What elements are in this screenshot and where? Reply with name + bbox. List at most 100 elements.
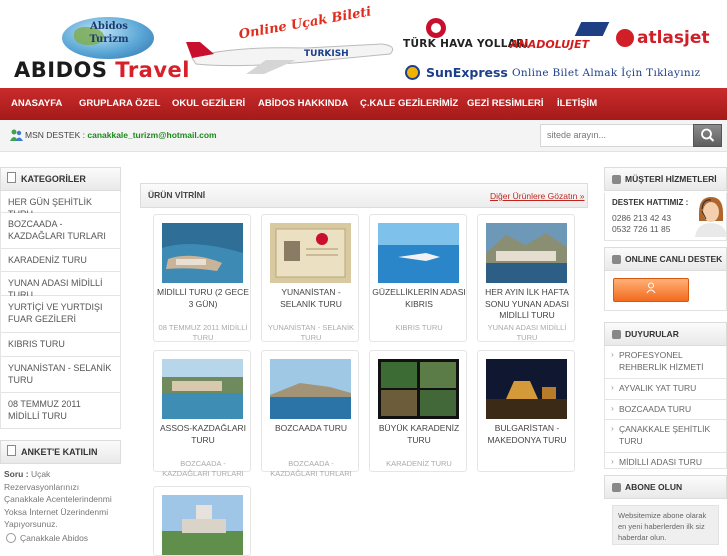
airline-atlasjet[interactable]: atlasjet: [637, 28, 710, 48]
msn-email[interactable]: canakkale_turizm@hotmail.com: [87, 130, 216, 140]
nav-item-gallery[interactable]: GEZİ RESİMLERİ: [467, 88, 544, 120]
brand-main: ABIDOS: [14, 58, 108, 82]
phone-number[interactable]: 0286 213 42 43: [612, 213, 671, 223]
category-item[interactable]: HER GÜN ŞEHİTLİK TURU: [0, 191, 121, 219]
product-card[interactable]: GÜZELLİKLERİN ADASI KIBRIS KIBRIS TURU: [369, 214, 467, 342]
product-category[interactable]: KIBRIS TURU: [372, 323, 466, 333]
brand-logo[interactable]: ABIDOS Travel: [14, 58, 190, 82]
product-image[interactable]: [270, 359, 351, 419]
product-card[interactable]: BÜYÜK KARADENİZ TURU KARADENİZ TURU: [369, 350, 467, 472]
product-card[interactable]: HER AYIN İLK HAFTA SONU YUNAN ADASI MİDİ…: [477, 214, 575, 342]
live-support-header: ONLINE CANLI DESTEK: [604, 247, 727, 271]
airline-sunexpress[interactable]: SunExpress: [426, 65, 508, 80]
nav-item-groups[interactable]: GRUPLARA ÖZEL: [79, 88, 160, 120]
document-icon: [7, 445, 16, 456]
search-input[interactable]: sitede arayın...: [540, 124, 694, 147]
sunexpress-logo-icon[interactable]: [405, 65, 420, 80]
product-category[interactable]: BOZCAADA - KAZDAĞLARI TURLARI: [156, 459, 250, 479]
announcement-item[interactable]: MİDİLLİ ADASI TURU: [604, 453, 727, 469]
document-icon: [7, 172, 16, 183]
product-image[interactable]: [378, 359, 459, 419]
customer-service-title: MÜŞTERİ HİZMETLERİ: [625, 174, 717, 184]
product-category[interactable]: BOZCAADA - KAZDAĞLARI TURLARI: [264, 459, 358, 479]
thy-logo-icon[interactable]: [426, 18, 446, 38]
product-image[interactable]: [162, 359, 243, 419]
mail-icon: [612, 483, 621, 492]
nav-item-ckale-trips[interactable]: Ç.KALE GEZİLERİMİZ: [360, 88, 458, 120]
product-title[interactable]: BÜYÜK KARADENİZ TURU: [372, 423, 466, 446]
category-item[interactable]: YUNANİSTAN - SELANİK TURU: [0, 357, 121, 393]
product-card[interactable]: BULGARİSTAN - MAKEDONYA TURU: [477, 350, 575, 472]
announcement-item[interactable]: AYVALIK YAT TURU: [604, 379, 727, 400]
customer-service-header: MÜŞTERİ HİZMETLERİ: [604, 167, 727, 191]
product-title[interactable]: GÜZELLİKLERİN ADASI KIBRIS: [372, 287, 466, 310]
product-card[interactable]: MİDİLLİ TURU (2 GECE 3 GÜN) 08 TEMMUZ 20…: [153, 214, 251, 342]
header: Abidos Turizm ABIDOS Travel TURKISH Onli…: [0, 0, 727, 88]
category-item[interactable]: YUNAN ADASI MİDİLLİ TURU: [0, 272, 121, 300]
poll-question: Soru : Uçak Rezervasyonlarınızı Çanakkal…: [4, 468, 116, 531]
subscribe-header: ABONE OLUN: [604, 475, 727, 499]
product-category[interactable]: KARADENİZ TURU: [372, 459, 466, 469]
product-title[interactable]: ASSOS-KAZDAĞLARI TURU: [156, 423, 250, 446]
announcement-item[interactable]: BOZCAADA TURU: [604, 400, 727, 420]
announcement-item[interactable]: ÇANAKKALE ŞEHİTLİK TURU: [604, 420, 727, 453]
product-title[interactable]: BOZCAADA TURU: [264, 423, 358, 435]
msn-label: MSN DESTEK :: [25, 130, 85, 140]
poll-title: ANKET'E KATILIN: [21, 447, 98, 457]
phone-number[interactable]: 0532 726 11 85: [612, 224, 670, 234]
product-image[interactable]: [486, 223, 567, 283]
more-products-link[interactable]: Diğer Ürünlere Gözatın »: [490, 191, 585, 201]
support-agent-avatar: [695, 197, 727, 237]
category-item[interactable]: KARADENİZ TURU: [0, 249, 121, 272]
search-button[interactable]: [693, 124, 722, 147]
category-item[interactable]: YURTİÇİ VE YURTDIŞI FUAR GEZİLERİ: [0, 296, 121, 333]
anadolujet-logo-icon[interactable]: [574, 22, 610, 36]
hotline-label: DESTEK HATTIMIZ :: [612, 198, 689, 207]
live-support-title: ONLINE CANLI DESTEK: [625, 254, 723, 264]
main-nav: ANASAYFA GRUPLARA ÖZEL OKUL GEZİLERİ ABİ…: [0, 88, 727, 120]
product-category[interactable]: YUNAN ADASI MİDİLLİ TURU: [480, 323, 574, 343]
logo-badge[interactable]: Abidos Turizm: [84, 20, 134, 46]
product-image[interactable]: [270, 223, 351, 283]
product-title[interactable]: BULGARİSTAN - MAKEDONYA TURU: [480, 423, 574, 446]
list-icon: [612, 330, 621, 339]
subscribe-title: ABONE OLUN: [625, 482, 683, 492]
nav-item-contact[interactable]: İLETİŞİM: [557, 88, 597, 120]
product-category[interactable]: 08 TEMMUZ 2011 MİDİLLİ TURU: [156, 323, 250, 343]
product-title[interactable]: MİDİLLİ TURU (2 GECE 3 GÜN): [156, 287, 250, 310]
showcase-title: ÜRÜN VİTRİNİ: [148, 190, 206, 200]
product-image[interactable]: [162, 223, 243, 283]
nav-item-school-trips[interactable]: OKUL GEZİLERİ: [172, 88, 245, 120]
svg-text:TURKISH: TURKISH: [304, 49, 349, 59]
product-image[interactable]: [162, 495, 243, 555]
announcements-title: DUYURULAR: [625, 329, 679, 339]
product-title[interactable]: HER AYIN İLK HAFTA SONU YUNAN ADASI MİDİ…: [480, 287, 574, 322]
product-category[interactable]: YUNANİSTAN - SELANİK TURU: [264, 323, 358, 343]
product-card[interactable]: YUNANİSTAN - SELANİK TURU YUNANİSTAN - S…: [261, 214, 359, 342]
logo-badge-line1: Abidos: [90, 21, 128, 32]
live-support-button[interactable]: [613, 278, 689, 302]
msn-support: MSN DESTEK : canakkale_turizm@hotmail.co…: [25, 130, 217, 140]
poll-option-radio[interactable]: [6, 533, 16, 543]
poll-option-label[interactable]: Çanakkale Abidos: [20, 533, 88, 543]
announcement-item[interactable]: PROFESYONEL REHBERLİK HİZMETİ: [604, 346, 727, 379]
product-title[interactable]: YUNANİSTAN - SELANİK TURU: [264, 287, 358, 310]
product-image[interactable]: [378, 223, 459, 283]
atlasjet-logo-icon[interactable]: [616, 29, 634, 47]
product-card[interactable]: ASSOS-KAZDAĞLARI TURU BOZCAADA - KAZDAĞL…: [153, 350, 251, 478]
logo-badge-line2: Turizm: [89, 34, 129, 45]
msn-users-icon: [10, 129, 23, 141]
category-item[interactable]: KIBRIS TURU: [0, 333, 121, 357]
headset-icon: [612, 175, 621, 184]
subscribe-text: Websitemize abone olarak en yeni haberle…: [612, 505, 719, 545]
product-card[interactable]: [153, 486, 251, 556]
brand-accent: Travel: [115, 58, 190, 82]
category-item[interactable]: 08 TEMMUZ 2011 MİDİLLİ TURU: [0, 393, 121, 429]
nav-item-home[interactable]: ANASAYFA: [11, 88, 62, 120]
airline-anadolujet[interactable]: ANADOLUJET: [510, 38, 589, 51]
category-item[interactable]: BOZCAADA - KAZDAĞLARI TURLARI: [0, 213, 121, 249]
nav-item-about[interactable]: ABİDOS HAKKINDA: [258, 88, 348, 120]
product-image[interactable]: [486, 359, 567, 419]
online-ticket-link[interactable]: Online Bilet Almak İçin Tıklayınız: [512, 67, 700, 79]
product-card[interactable]: BOZCAADA TURU BOZCAADA - KAZDAĞLARI TURL…: [261, 350, 359, 478]
